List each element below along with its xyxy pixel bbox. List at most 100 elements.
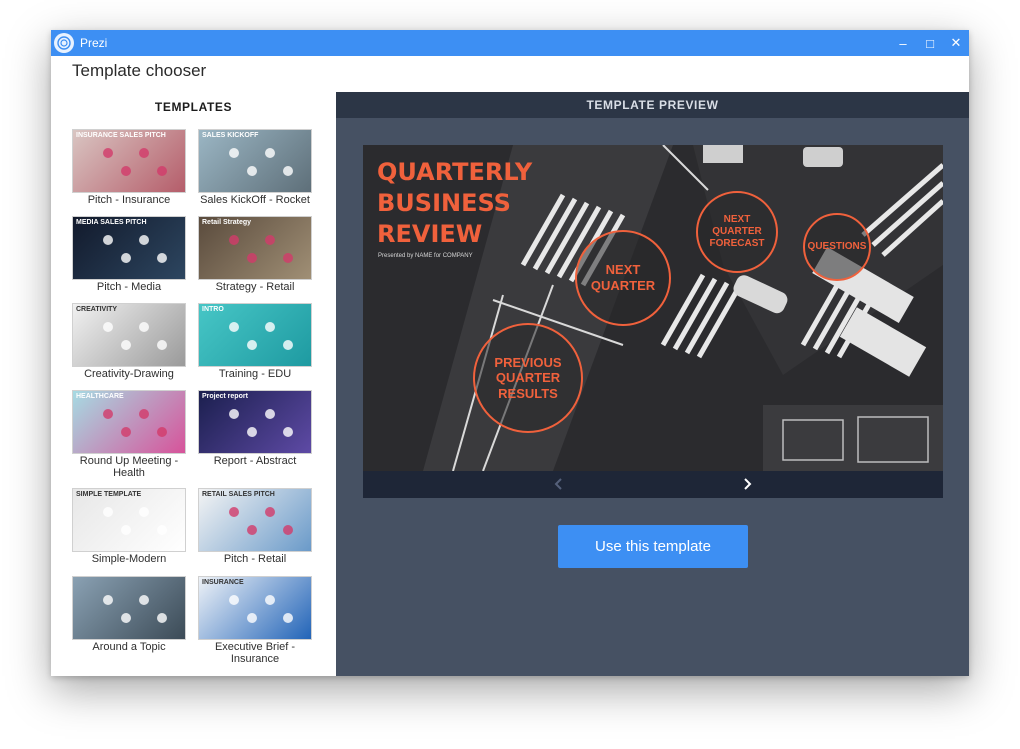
minimize-icon: ‒ — [899, 35, 907, 51]
template-thumbnail[interactable]: Retail Strategy Strategy - Retail — [198, 216, 312, 293]
topic-circle: QUESTIONS — [803, 213, 871, 281]
thumbnail-caption: MEDIA SALES PITCH — [76, 219, 147, 226]
thumbnail-dot — [103, 595, 113, 605]
thumbnail-dot — [121, 340, 131, 350]
thumbnail-dot — [157, 253, 167, 263]
template-thumbnail[interactable]: Around a Topic — [72, 576, 186, 653]
thumbnail-caption: Retail Strategy — [202, 219, 252, 226]
templates-heading: TEMPLATES — [154, 100, 233, 114]
thumbnail-dot — [283, 427, 293, 437]
template-label: Creativity-Drawing — [84, 368, 174, 380]
thumbnail-dot — [265, 595, 275, 605]
template-thumbnail[interactable]: MEDIA SALES PITCH Pitch - Media — [72, 216, 186, 293]
thumbnail-dot — [121, 253, 131, 263]
previous-slide-button[interactable] — [550, 475, 568, 493]
thumbnail-dot — [283, 613, 293, 623]
thumbnail-dot — [265, 322, 275, 332]
thumbnail-caption: RETAIL SALES PITCH — [202, 491, 275, 498]
next-slide-button[interactable] — [738, 475, 756, 493]
close-button[interactable]: ✕ — [946, 33, 966, 53]
thumbnail-dot — [247, 253, 257, 263]
thumbnail-caption: Project report — [202, 393, 248, 400]
template-label: Pitch - Retail — [223, 553, 287, 565]
thumbnail-dot — [103, 148, 113, 158]
thumbnail-caption: CREATIVITY — [76, 306, 118, 313]
thumbnail-dot — [247, 340, 257, 350]
chevron-right-icon — [744, 478, 752, 490]
thumbnail-dot — [139, 595, 149, 605]
use-template-button[interactable]: Use this template — [558, 525, 748, 568]
template-thumbnail[interactable]: SALES KICKOFF Sales KickOff - Rocket — [198, 129, 312, 206]
thumbnail-caption: INSURANCE — [202, 579, 244, 586]
thumbnail-dot — [157, 427, 167, 437]
template-thumbnail[interactable]: Project report Report - Abstract — [198, 390, 312, 467]
app-window: Prezi ‒ □ ✕ Template chooser TEMPLATES I… — [51, 30, 969, 676]
thumbnail-dot — [229, 507, 239, 517]
template-thumbnail-image: CREATIVITY — [72, 303, 186, 367]
template-thumbnail-image: HEALTHCARE — [72, 390, 186, 454]
template-thumbnail-image: SALES KICKOFF — [198, 129, 312, 193]
thumbnail-dot — [103, 322, 113, 332]
template-label: Pitch - Media — [96, 281, 162, 293]
template-label: Simple-Modern — [91, 553, 167, 565]
template-thumbnail[interactable]: CREATIVITY Creativity-Drawing — [72, 303, 186, 380]
thumbnail-dot — [121, 427, 131, 437]
topic-label: PREVIOUS QUARTER RESULTS — [494, 354, 562, 401]
template-thumbnail-image — [72, 576, 186, 640]
thumbnail-dot — [121, 525, 131, 535]
template-label: Round Up Meeting - Health — [79, 455, 179, 479]
template-thumbnail[interactable]: RETAIL SALES PITCH Pitch - Retail — [198, 488, 312, 565]
maximize-button[interactable]: □ — [920, 33, 940, 53]
thumbnail-caption: HEALTHCARE — [76, 393, 124, 400]
thumbnail-caption: SALES KICKOFF — [202, 132, 259, 139]
template-label: Sales KickOff - Rocket — [200, 194, 310, 206]
topic-label: NEXT QUARTER FORECAST — [709, 214, 765, 249]
thumbnail-caption: INTRO — [202, 306, 224, 313]
slide-navigation — [363, 471, 943, 498]
minimize-button[interactable]: ‒ — [893, 33, 913, 53]
template-label: Executive Brief - Insurance — [214, 641, 296, 665]
thumbnail-caption: SIMPLE TEMPLATE — [76, 491, 142, 498]
template-thumbnail-image: RETAIL SALES PITCH — [198, 488, 312, 552]
thumbnail-dot — [283, 253, 293, 263]
topic-circle: NEXT QUARTER — [575, 230, 671, 326]
thumbnail-dot — [139, 409, 149, 419]
thumbnail-dot — [229, 409, 239, 419]
page-title: Template chooser — [72, 61, 207, 80]
template-label: Training - EDU — [218, 368, 292, 380]
preview-slide: QUARTERLY BUSINESS REVIEW Presented by N… — [363, 145, 943, 471]
template-thumbnail-image: SIMPLE TEMPLATE — [72, 488, 186, 552]
thumbnail-dot — [139, 148, 149, 158]
thumbnail-dot — [139, 235, 149, 245]
thumbnail-dot — [103, 507, 113, 517]
template-label: Report - Abstract — [213, 455, 297, 467]
template-thumbnail[interactable]: INSURANCE SALES PITCH Pitch - Insurance — [72, 129, 186, 206]
thumbnail-dot — [247, 525, 257, 535]
thumbnail-dot — [265, 235, 275, 245]
thumbnail-dot — [121, 613, 131, 623]
template-thumbnail[interactable]: SIMPLE TEMPLATE Simple-Modern — [72, 488, 186, 565]
template-label: Pitch - Insurance — [87, 194, 171, 206]
template-thumbnail[interactable]: HEALTHCARE Round Up Meeting - Health — [72, 390, 186, 479]
thumbnail-dot — [103, 409, 113, 419]
template-thumbnail-image: INTRO — [198, 303, 312, 367]
template-thumbnail[interactable]: INTRO Training - EDU — [198, 303, 312, 380]
slide-title-line: QUARTERLY — [377, 158, 533, 186]
thumbnail-dot — [229, 148, 239, 158]
template-thumbnail[interactable]: INSURANCE Executive Brief - Insurance — [198, 576, 312, 665]
thumbnail-dot — [265, 148, 275, 158]
thumbnail-dot — [265, 409, 275, 419]
slide-subtitle: Presented by NAME for COMPANY — [378, 253, 473, 259]
topic-circle: PREVIOUS QUARTER RESULTS — [473, 323, 583, 433]
thumbnail-dot — [103, 235, 113, 245]
preview-heading: TEMPLATE PREVIEW — [336, 92, 969, 118]
thumbnail-dot — [247, 613, 257, 623]
thumbnail-dot — [283, 166, 293, 176]
template-thumbnail-image: INSURANCE SALES PITCH — [72, 129, 186, 193]
window-title: Prezi — [80, 36, 108, 50]
thumbnail-dot — [157, 613, 167, 623]
slide-title-line: REVIEW — [377, 220, 483, 248]
thumbnail-dot — [247, 166, 257, 176]
thumbnail-dot — [247, 427, 257, 437]
template-label: Strategy - Retail — [215, 281, 295, 293]
